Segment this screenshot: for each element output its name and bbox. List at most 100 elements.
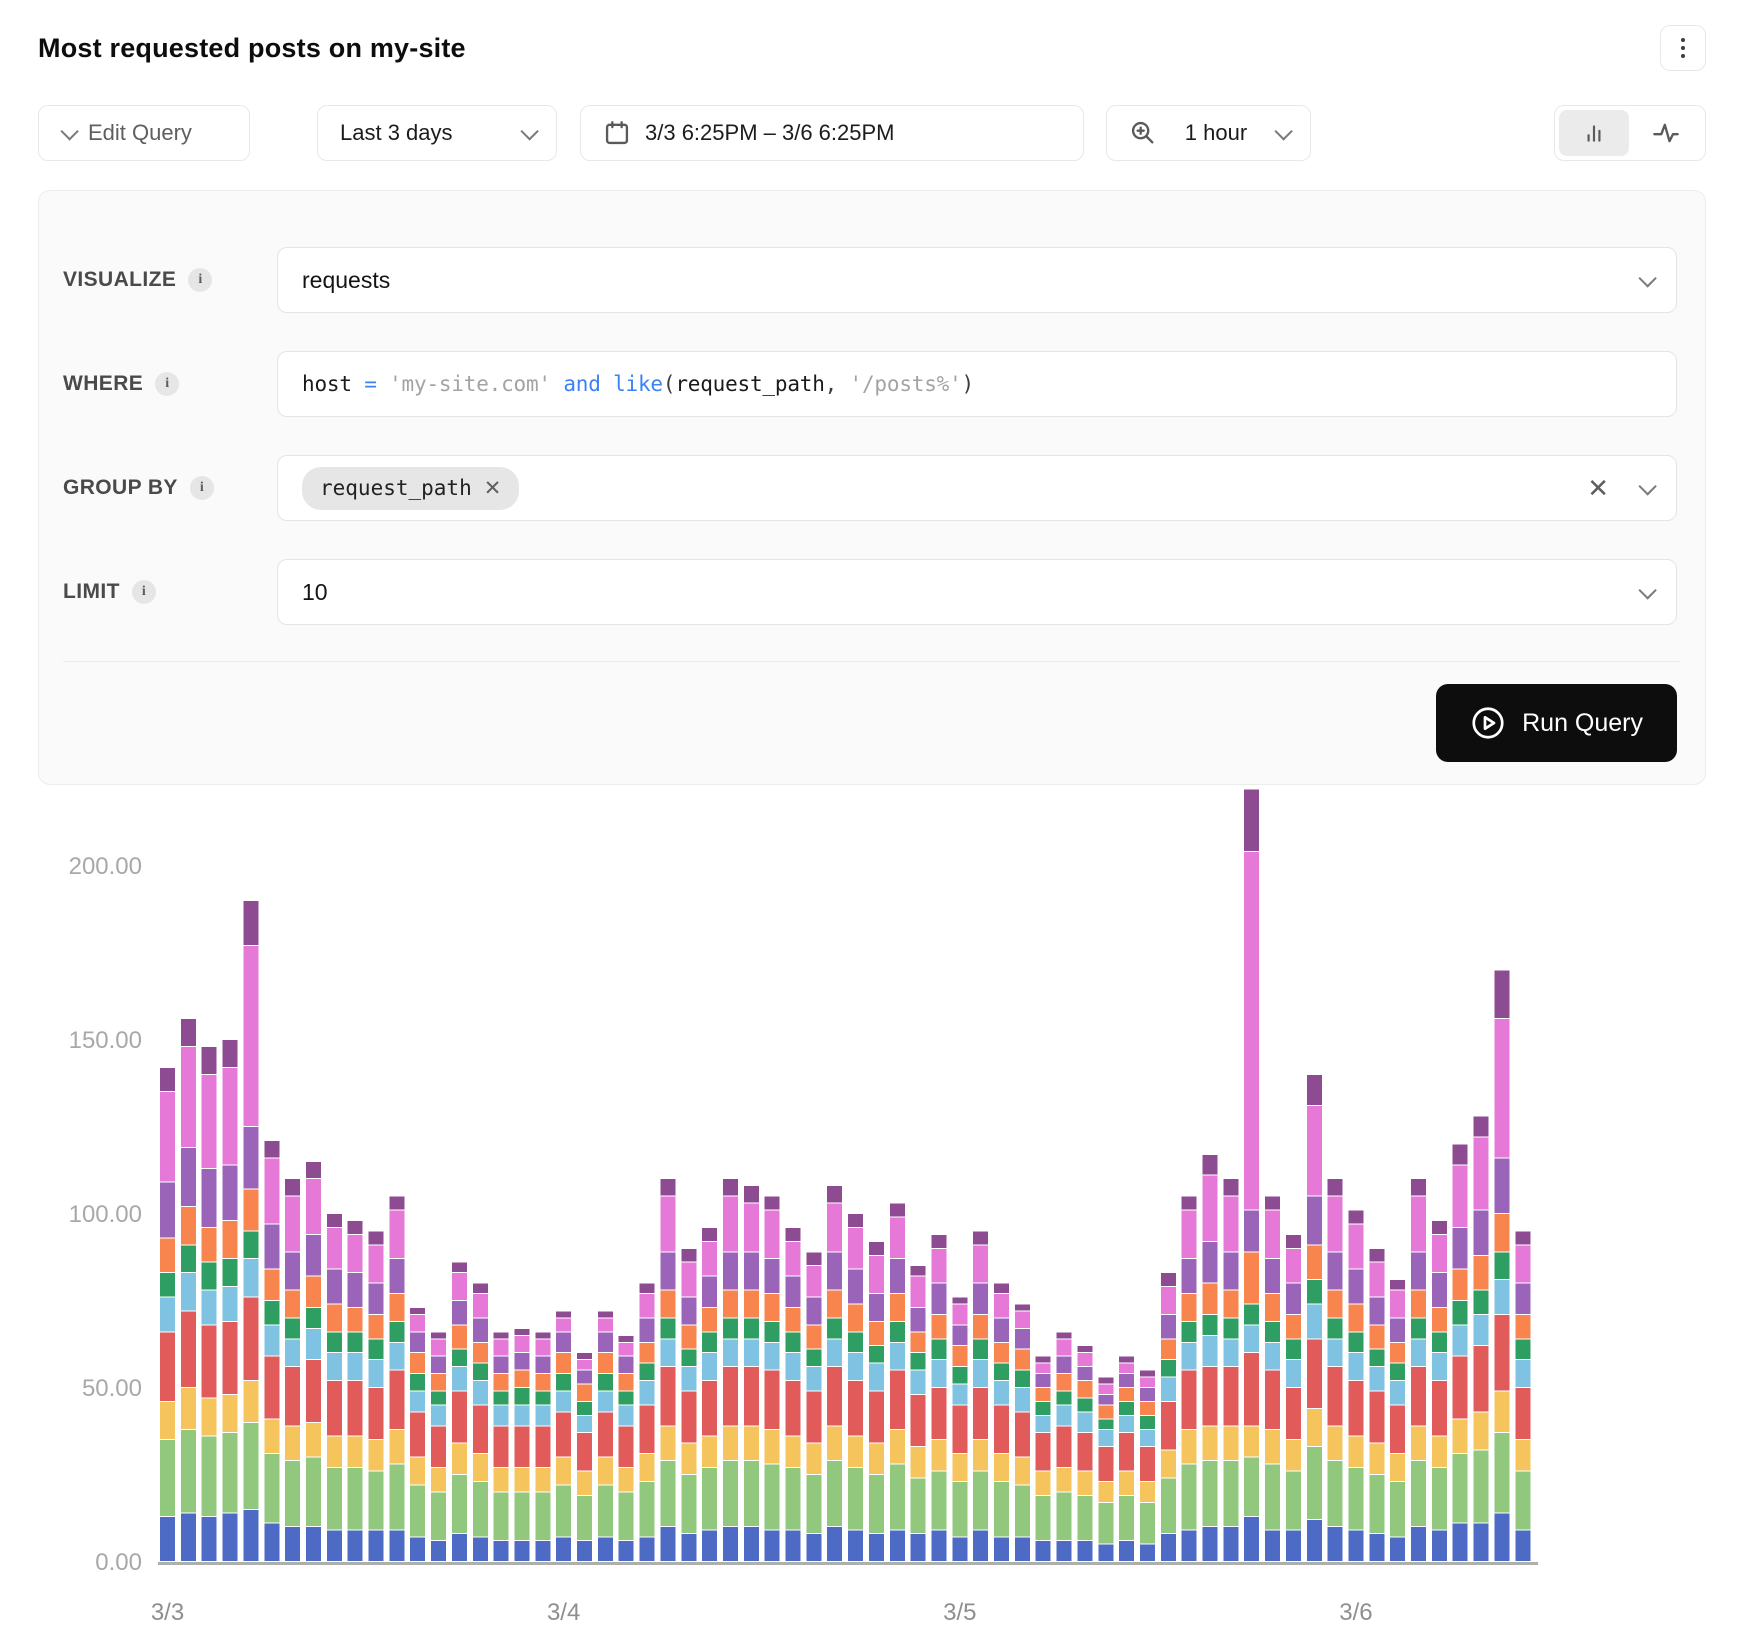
bar-segment[interactable]	[1244, 789, 1259, 851]
bar-segment[interactable]	[1098, 1405, 1113, 1418]
bar-segment[interactable]	[786, 1353, 801, 1380]
bar-segment[interactable]	[848, 1468, 863, 1530]
bar-segment[interactable]	[1411, 1197, 1426, 1252]
bar-segment[interactable]	[285, 1179, 300, 1195]
bar-segment[interactable]	[660, 1179, 675, 1195]
bar-segment[interactable]	[264, 1524, 279, 1561]
bar-segment[interactable]	[369, 1472, 384, 1530]
bar-segment[interactable]	[1474, 1346, 1489, 1411]
bar-segment[interactable]	[1182, 1322, 1197, 1342]
bar-segment[interactable]	[514, 1468, 529, 1491]
bar-segment[interactable]	[1244, 1426, 1259, 1456]
bar-segment[interactable]	[389, 1211, 404, 1259]
bar-segment[interactable]	[369, 1388, 384, 1439]
bar-segment[interactable]	[410, 1391, 425, 1411]
bar-segment[interactable]	[243, 1190, 258, 1231]
bar-segment[interactable]	[890, 1371, 905, 1429]
bar-segment[interactable]	[1036, 1472, 1051, 1495]
bar-segment[interactable]	[473, 1318, 488, 1341]
bar-segment[interactable]	[827, 1426, 842, 1460]
bar-segment[interactable]	[1036, 1364, 1051, 1373]
bar-segment[interactable]	[598, 1391, 613, 1411]
bar-segment[interactable]	[1348, 1304, 1363, 1331]
bar-segment[interactable]	[369, 1360, 384, 1387]
bar-segment[interactable]	[514, 1405, 529, 1425]
bar-segment[interactable]	[869, 1364, 884, 1391]
bar-segment[interactable]	[806, 1266, 821, 1296]
bar-segment[interactable]	[994, 1364, 1009, 1380]
bar-segment[interactable]	[1453, 1301, 1468, 1324]
bar-segment[interactable]	[556, 1538, 571, 1561]
bar-segment[interactable]	[911, 1277, 926, 1307]
bar-segment[interactable]	[660, 1318, 675, 1338]
bar-segment[interactable]	[911, 1534, 926, 1561]
bar-segment[interactable]	[1098, 1419, 1113, 1428]
edit-query-button[interactable]: Edit Query	[38, 105, 250, 161]
interval-dropdown[interactable]: 1 hour	[1106, 105, 1311, 161]
bar-segment[interactable]	[1390, 1343, 1405, 1363]
bar-segment[interactable]	[285, 1461, 300, 1526]
bar-segment[interactable]	[1411, 1291, 1426, 1318]
bar-segment[interactable]	[744, 1461, 759, 1526]
bar-segment[interactable]	[723, 1461, 738, 1526]
bar-segment[interactable]	[1453, 1325, 1468, 1355]
bar-segment[interactable]	[952, 1298, 967, 1304]
group-by-select[interactable]: request_path✕ ✕	[277, 455, 1677, 521]
bar-segment[interactable]	[931, 1339, 946, 1359]
bar-segment[interactable]	[1474, 1137, 1489, 1209]
bar-segment[interactable]	[306, 1527, 321, 1561]
bar-segment[interactable]	[1036, 1374, 1051, 1387]
bar-segment[interactable]	[1494, 970, 1509, 1018]
bar-segment[interactable]	[911, 1447, 926, 1477]
bar-segment[interactable]	[1098, 1430, 1113, 1446]
bar-segment[interactable]	[931, 1531, 946, 1561]
bar-segment[interactable]	[786, 1531, 801, 1561]
bar-segment[interactable]	[1265, 1430, 1280, 1464]
bar-segment[interactable]	[806, 1391, 821, 1442]
bar-segment[interactable]	[1203, 1315, 1218, 1335]
bar-segment[interactable]	[556, 1318, 571, 1331]
bar-segment[interactable]	[1015, 1304, 1030, 1310]
bar-segment[interactable]	[160, 1238, 175, 1272]
bar-segment[interactable]	[744, 1252, 759, 1289]
bar-segment[interactable]	[619, 1374, 634, 1390]
limit-select[interactable]: 10	[277, 559, 1677, 625]
bar-segment[interactable]	[160, 1440, 175, 1516]
bar-segment[interactable]	[202, 1437, 217, 1516]
bar-segment[interactable]	[1307, 1447, 1322, 1519]
bar-segment[interactable]	[660, 1291, 675, 1318]
bar-segment[interactable]	[1161, 1315, 1176, 1338]
bar-segment[interactable]	[243, 901, 258, 945]
bar-segment[interactable]	[1182, 1430, 1197, 1464]
bar-segment[interactable]	[1265, 1211, 1280, 1259]
bar-segment[interactable]	[640, 1454, 655, 1481]
bar-segment[interactable]	[1369, 1325, 1384, 1348]
bar-segment[interactable]	[264, 1357, 279, 1419]
bar-segment[interactable]	[1390, 1291, 1405, 1318]
bar-segment[interactable]	[223, 1040, 238, 1067]
bar-segment[interactable]	[1307, 1197, 1322, 1245]
bar-segment[interactable]	[535, 1405, 550, 1425]
bar-segment[interactable]	[243, 1423, 258, 1509]
bar-segment[interactable]	[389, 1322, 404, 1342]
bar-segment[interactable]	[1307, 1304, 1322, 1338]
bar-segment[interactable]	[952, 1346, 967, 1366]
bar-segment[interactable]	[181, 1207, 196, 1244]
bar-segment[interactable]	[1286, 1388, 1301, 1439]
bar-segment[interactable]	[1223, 1179, 1238, 1195]
bar-segment[interactable]	[1494, 1214, 1509, 1251]
bar-segment[interactable]	[223, 1433, 238, 1512]
bar-segment[interactable]	[1015, 1485, 1030, 1536]
bar-segment[interactable]	[535, 1374, 550, 1390]
bar-segment[interactable]	[494, 1332, 509, 1338]
bar-segment[interactable]	[723, 1318, 738, 1338]
bar-segment[interactable]	[848, 1381, 863, 1436]
bar-segment[interactable]	[598, 1458, 613, 1485]
bar-segment[interactable]	[848, 1270, 863, 1304]
bar-segment[interactable]	[1119, 1433, 1134, 1470]
bar-segment[interactable]	[1286, 1531, 1301, 1561]
bar-segment[interactable]	[598, 1538, 613, 1561]
bar-segment[interactable]	[994, 1482, 1009, 1537]
bar-segment[interactable]	[765, 1211, 780, 1259]
bar-segment[interactable]	[1140, 1447, 1155, 1481]
